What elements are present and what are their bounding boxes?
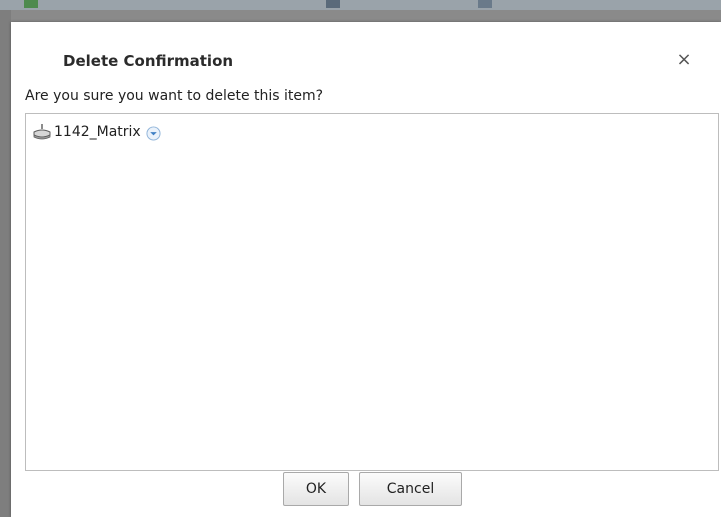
background-app-icon — [24, 0, 38, 8]
dialog-top-bar — [11, 22, 721, 27]
close-button[interactable]: × — [674, 50, 694, 70]
chevron-down-icon[interactable] — [146, 125, 161, 141]
ok-button[interactable]: OK — [283, 472, 349, 506]
cancel-button[interactable]: Cancel — [359, 472, 462, 506]
dialog-title: Delete Confirmation — [63, 52, 234, 70]
item-label: 1142_Matrix — [54, 124, 141, 140]
list-item: 1142_Matrix — [32, 122, 161, 142]
close-icon: × — [676, 49, 692, 70]
items-list: 1142_Matrix — [25, 113, 719, 471]
background-app-icon — [326, 0, 340, 8]
delete-confirmation-dialog: Delete Confirmation × Are you sure you w… — [11, 22, 721, 517]
confirmation-prompt: Are you sure you want to delete this ite… — [25, 88, 324, 104]
background-overlay — [0, 10, 11, 517]
background-app-icon — [478, 0, 492, 8]
access-point-icon — [33, 124, 51, 140]
background-toolbar — [0, 0, 721, 10]
